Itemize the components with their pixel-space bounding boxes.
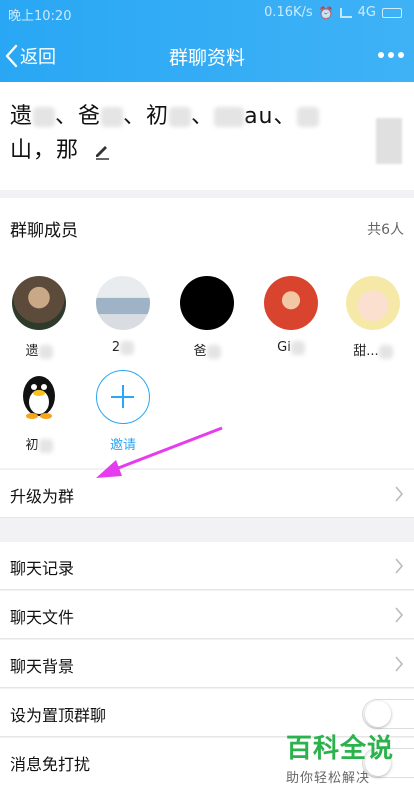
- invite-button[interactable]: 邀请: [90, 370, 156, 453]
- invite-label: 邀请: [109, 438, 136, 453]
- upgrade-to-group-row[interactable]: 升级为群: [0, 470, 414, 518]
- group-name-segment: 、爸: [55, 104, 102, 129]
- blurred-text: [38, 344, 53, 359]
- watermark-title: 百科全说: [286, 734, 395, 764]
- member-name-text: 爸: [193, 344, 207, 359]
- member-name-text: 2: [111, 340, 121, 355]
- group-name-segment: 遗: [10, 104, 34, 129]
- pin-chat-label: 设为置顶群聊: [10, 706, 107, 725]
- pin-chat-toggle[interactable]: [362, 699, 414, 729]
- upgrade-label: 升级为群: [10, 487, 75, 506]
- chevron-right-icon: [395, 607, 404, 623]
- member-avatar: [12, 276, 66, 330]
- chat-history-row[interactable]: 聊天记录: [0, 542, 414, 590]
- more-dot-icon: [388, 52, 394, 58]
- member-name: 遗: [6, 340, 72, 359]
- status-time: 晚上10:20: [8, 9, 72, 24]
- chat-background-label: 聊天背景: [10, 657, 75, 676]
- group-avatar-blurred: [376, 118, 402, 164]
- penguin-icon: [23, 376, 55, 419]
- member-avatar: [96, 276, 150, 330]
- plus-icon: [96, 370, 150, 424]
- blurred-text: [38, 438, 53, 453]
- member-item[interactable]: 遗: [6, 276, 72, 359]
- blurred-text: [296, 107, 319, 127]
- blurred-text: [120, 340, 135, 355]
- chevron-right-icon: [395, 558, 404, 574]
- members-section: 群聊成员 共6人 遗 2 爸 Gi 甜... 初 邀请: [0, 198, 414, 468]
- blurred-text: [290, 340, 305, 355]
- watermark: 百科全说 助你轻松解决: [286, 728, 406, 786]
- battery-icon: [382, 7, 402, 18]
- group-name-segment: au、: [244, 104, 297, 129]
- member-name-text: 甜...: [353, 344, 379, 359]
- chat-files-label: 聊天文件: [10, 608, 75, 627]
- member-name: 2: [90, 340, 156, 355]
- network-speed: 0.16K/s: [264, 5, 313, 20]
- member-name-text: Gi: [277, 340, 291, 355]
- blurred-text: [206, 344, 221, 359]
- mute-label: 消息免打扰: [10, 755, 91, 774]
- watermark-subtitle: 助你轻松解决: [286, 771, 371, 786]
- blurred-text: [214, 107, 245, 127]
- member-item[interactable]: 爸: [174, 276, 240, 359]
- blurred-text: [378, 344, 393, 359]
- blurred-text: [33, 107, 56, 127]
- member-item[interactable]: Gi: [258, 276, 324, 355]
- group-name-segment: 、初: [123, 104, 170, 129]
- member-name: 初: [6, 434, 72, 453]
- more-options-button[interactable]: [378, 52, 404, 58]
- member-avatar: [264, 276, 318, 330]
- blurred-text: [101, 107, 124, 127]
- group-name-card[interactable]: 遗、爸 、初、 au、 山，那: [0, 82, 414, 190]
- group-name-segment: 山，那: [10, 138, 80, 163]
- page-title: 群聊资料: [168, 47, 245, 69]
- status-icons: 0.16K/s ⏰ 4G: [264, 5, 402, 20]
- member-name: 甜...: [340, 340, 406, 359]
- edit-pencil-icon[interactable]: [93, 142, 111, 160]
- chat-files-row[interactable]: 聊天文件: [0, 591, 414, 639]
- member-name-text: 初: [25, 438, 39, 453]
- more-dot-icon: [378, 52, 384, 58]
- network-type: 4G: [357, 5, 376, 20]
- member-avatar: [180, 276, 234, 330]
- group-name-segment: 、: [191, 104, 215, 129]
- member-item[interactable]: 甜...: [340, 276, 406, 359]
- blurred-text: [169, 107, 192, 127]
- member-name: 爸: [174, 340, 240, 359]
- chevron-right-icon: [395, 656, 404, 672]
- chat-history-label: 聊天记录: [10, 559, 75, 578]
- more-dot-icon: [398, 52, 404, 58]
- member-name-text: 遗: [25, 344, 39, 359]
- group-name: 遗、爸 、初、 au、 山，那: [10, 100, 330, 168]
- nav-bar: 返回 群聊资料: [0, 28, 414, 82]
- alarm-icon: ⏰: [318, 5, 334, 20]
- chevron-right-icon: [395, 486, 404, 502]
- status-bar: 晚上10:20 0.16K/s ⏰ 4G: [0, 0, 414, 28]
- member-name: Gi: [258, 340, 324, 355]
- chat-background-row[interactable]: 聊天背景: [0, 640, 414, 688]
- members-title: 群聊成员: [10, 221, 78, 241]
- signal-icon: [339, 7, 352, 18]
- member-avatar: [346, 276, 400, 330]
- member-avatar: [12, 370, 66, 424]
- member-item[interactable]: 初: [6, 370, 72, 453]
- members-count[interactable]: 共6人: [367, 219, 404, 239]
- member-item[interactable]: 2: [90, 276, 156, 355]
